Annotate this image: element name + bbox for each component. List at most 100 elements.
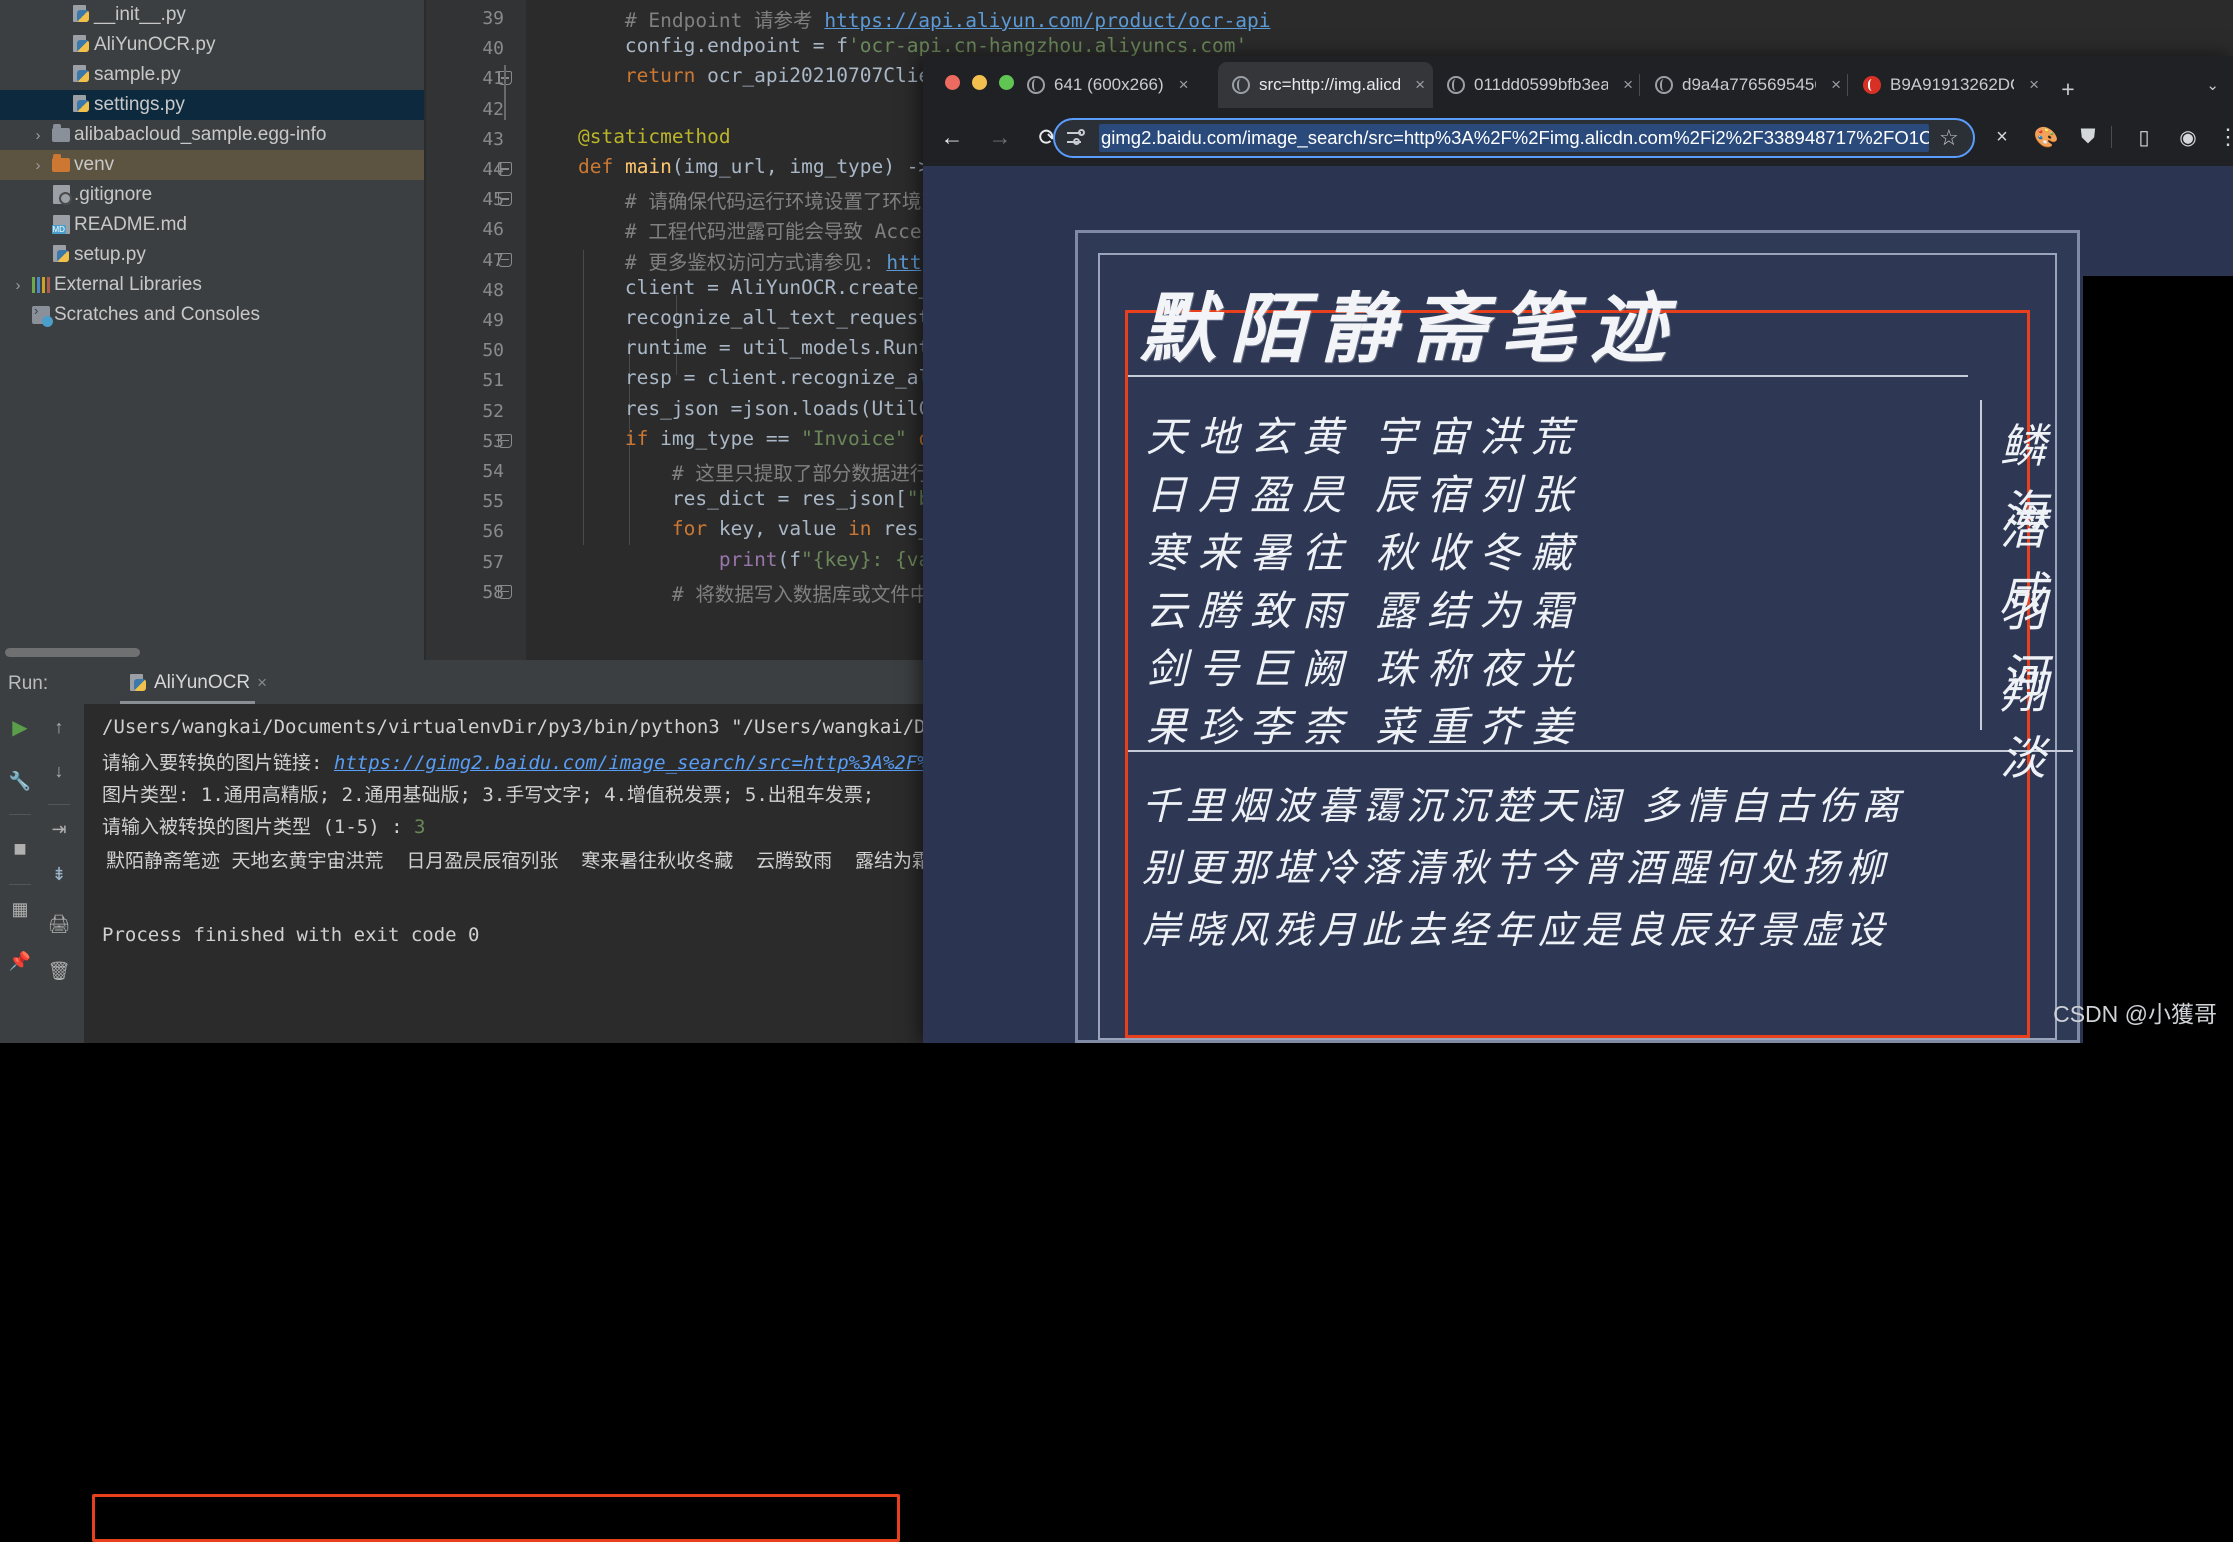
code-line[interactable]: # Endpoint 请参考 https://api.aliyun.com/pr… [531,4,1271,33]
project-tree-scrollbar[interactable] [5,648,140,657]
tree-item-aliyunocr-py[interactable]: AliYunOCR.py [0,30,425,60]
maximize-window-button[interactable] [999,75,1014,90]
wrench-icon[interactable]: 🔧 [5,766,35,796]
scroll-up-icon[interactable]: ↑ [44,712,74,742]
address-bar[interactable]: gimg2.baidu.com/image_search/src=http%3A… [1053,118,1975,158]
browser-tab-3[interactable]: 011dd0599bfb3ea8 × [1433,62,1641,108]
tree-item-label: AliYunOCR.py [94,34,216,55]
line-number: 51 [482,370,504,392]
run-tab-aliyunocr[interactable]: AliYunOCR × [120,662,277,704]
run-icon[interactable]: ▶ [5,712,35,742]
tree-item-external-libraries[interactable]: › External Libraries [0,270,425,300]
code-line[interactable]: runtime = util_models.Runti [531,336,942,359]
forward-button[interactable]: → [981,118,1019,156]
code-line[interactable]: # 工程代码泄露可能会导致 Access [531,215,945,244]
tree-item-scratches-and-consoles[interactable]: Scratches and Consoles [0,300,425,330]
address-bar-input[interactable]: gimg2.baidu.com/image_search/src=http%3A… [1099,124,1929,152]
new-tab-button[interactable]: + [2055,76,2081,102]
tree-item-setup-py[interactable]: setup.py [0,240,425,270]
code-fold-toggle[interactable] [498,252,512,267]
console-line-command: /Users/wangkai/Documents/virtualenvDir/p… [102,716,926,738]
console-line-prompt-url: 请输入要转换的图片链接: https://gimg2.baidu.com/ima… [102,752,929,774]
libraries-icon [28,274,54,296]
code-line[interactable]: client = AliYunOCR.create_c [531,276,942,299]
code-fold-toggle[interactable] [498,433,512,448]
console-image-url-link[interactable]: https://gimg2.baidu.com/image_search/src… [334,752,929,774]
extension-color-icon[interactable]: 🎨 [2029,120,2063,154]
code-fold-toggle[interactable] [498,192,512,207]
more-vertical-icon[interactable]: ⋮ [2211,120,2233,154]
page-viewport[interactable]: 默陌静斋笔迹 天地玄黄 宇宙洪荒 日月盈昃 辰宿列张 寒来暑往 秋收冬藏 云腾致雨 露… [923,166,2233,1153]
code-line[interactable]: for key, value in res_d [531,517,942,540]
browser-tab-1[interactable]: 641 (600x266) × [1013,62,1218,108]
back-button[interactable]: ← [933,118,971,156]
code-line[interactable]: res_json =json.loads(UtilCl [531,397,942,420]
extension-icon[interactable]: ⛊ [2071,120,2105,154]
run-toolbar-primary[interactable]: ▶ 🔧 ■ ▦ 📌 [0,704,40,1043]
tree-item-label: alibabacloud_sample.egg-info [74,124,327,145]
tree-item-readme-md[interactable]: README.md [0,210,425,240]
code-line[interactable]: config.endpoint = f'ocr-api.cn-hangzhou.… [531,34,1247,57]
trash-icon[interactable]: 🗑 [44,956,74,986]
tree-item--init-py[interactable]: __init__.py [0,0,425,30]
close-icon[interactable]: × [2029,75,2039,95]
sidebar-icon[interactable]: ▯ [2127,120,2161,154]
folder-orange-icon [48,154,74,176]
tree-item-venv[interactable]: › venv [0,150,425,180]
project-tree-panel[interactable]: __init__.py AliYunOCR.py sample.py settings… [0,0,425,660]
run-panel-label: Run: [8,673,49,694]
chrome-browser-window: 641 (600x266) × src=http://img.alicd × 011dd… [923,56,2233,1153]
run-toolbar-secondary[interactable]: ↑ ↓ ⇥ ⇟ 🖨 🗑 [40,704,82,1043]
scroll-down-icon[interactable]: ↓ [44,756,74,786]
tree-item--gitignore[interactable]: .gitignore [0,180,425,210]
tree-item-alibabacloud-sample-egg-info[interactable]: › alibabacloud_sample.egg-info [0,120,425,150]
chevron-right-icon[interactable]: › [8,277,28,294]
chevron-right-icon[interactable]: › [28,157,48,174]
close-icon[interactable]: × [257,673,267,693]
browser-tab-title: d9a4a7765695456 [1682,75,1817,94]
layout-icon[interactable]: ▦ [5,894,35,924]
close-icon[interactable]: × [1831,75,1841,95]
code-line[interactable]: print(f"{key}: {val [531,548,942,571]
code-line[interactable]: resp = client.recognize_all [531,366,942,389]
pin-icon[interactable]: 📌 [5,946,35,976]
code-fold-toggle[interactable] [498,584,512,599]
window-traffic-lights[interactable] [945,75,1014,90]
chevron-down-icon[interactable]: ⌄ [2206,76,2219,94]
browser-tab-4[interactable]: d9a4a7765695456 × [1641,62,1849,108]
calligraphy-image[interactable]: 默陌静斋笔迹 天地玄黄 宇宙洪荒 日月盈昃 辰宿列张 寒来暑往 秋收冬藏 云腾致雨 露… [1075,230,2080,1043]
code-line[interactable]: # 更多鉴权访问方式请参见: https [531,246,945,275]
close-icon[interactable]: × [1623,75,1633,95]
code-line[interactable]: # 请确保代码运行环境设置了环境变 [531,185,941,214]
code-line[interactable]: res_dict = res_json["bo [531,487,942,510]
profile-avatar-icon[interactable]: ◉ [2171,120,2205,154]
line-number: 54 [482,461,504,482]
tune-icon[interactable] [1067,128,1089,148]
close-icon[interactable]: × [1415,75,1425,95]
chevron-right-icon[interactable]: › [28,127,48,144]
close-window-button[interactable] [945,75,960,90]
close-x-icon[interactable]: × [1985,120,2019,154]
tree-item-sample-py[interactable]: sample.py [0,60,425,90]
code-line[interactable]: def main(img_url, img_type) -> [531,155,930,178]
browser-tab-2[interactable]: src=http://img.alicd × [1218,62,1433,108]
code-line[interactable]: # 这里只提取了部分数据进行演 [531,457,949,486]
tree-item-label: setup.py [74,244,146,265]
code-line[interactable]: # 将数据写入数据库或文件中 [531,578,929,607]
browser-tab-5[interactable]: B9A91913262DC9 × [1849,62,2047,108]
python-file-icon [68,34,94,56]
line-number: 52 [482,400,504,422]
scroll-to-end-icon[interactable]: ⇟ [44,859,74,889]
bookmark-star-icon[interactable]: ☆ [1939,125,1961,151]
tree-item-settings-py[interactable]: settings.py [0,90,425,120]
minimize-window-button[interactable] [972,75,987,90]
code-line[interactable]: if img_type == "Invoice" or [531,427,942,450]
close-icon[interactable]: × [1179,75,1189,95]
code-fold-toggle[interactable] [498,162,512,176]
code-line[interactable]: recognize_all_text_request [531,306,930,329]
code-line[interactable]: @staticmethod [531,125,731,148]
print-icon[interactable]: 🖨 [44,909,74,939]
stop-icon[interactable]: ■ [5,834,35,864]
soft-wrap-icon[interactable]: ⇥ [44,814,74,844]
editor-gutter[interactable]: 39 40 41 42 43 44 45 46 47 48 49 50 51 52 53 54 55 56 57 58 [426,0,526,660]
